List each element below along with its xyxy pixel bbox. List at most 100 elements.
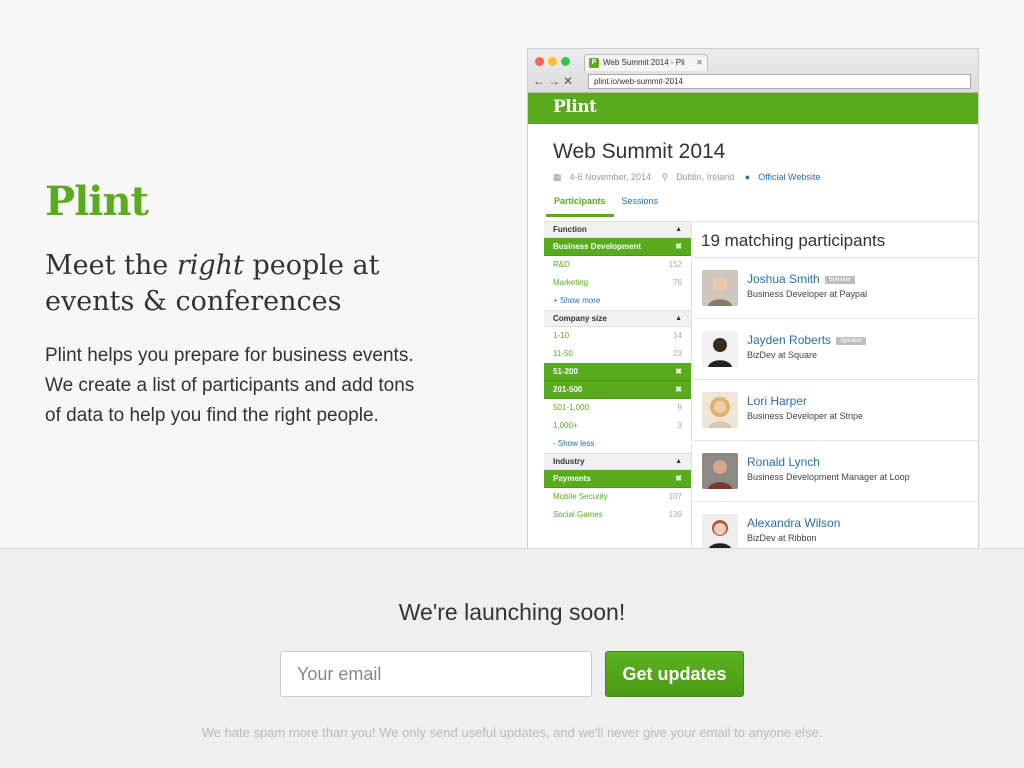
avatar (702, 392, 738, 428)
browser-screenshot: P Web Summit 2014 - Pli ✕ ←→✕ plint.io/w… (527, 48, 979, 548)
filter-label: 201-500 (553, 385, 583, 394)
participant-name-wrap: Joshua Smith Speaker (747, 272, 856, 286)
filter-count: 152 (668, 260, 682, 269)
filter-title: Industry (553, 457, 585, 466)
participant-role: BizDev at Square (747, 350, 818, 360)
signup-section: We're launching soon! Get updates We hat… (0, 548, 1024, 768)
tab-title: Web Summit 2014 - Pli (603, 58, 685, 67)
filter-label: Marketing (553, 278, 589, 287)
filter-item: Marketing 76 (544, 274, 691, 292)
app-logo: Plint (553, 97, 597, 117)
event-date: 4-6 November, 2014 (569, 172, 652, 182)
avatar (702, 453, 738, 489)
filter-item: 1,000+ 3 (544, 417, 691, 435)
participant-role: Business Development Manager at Loop (747, 472, 910, 482)
filter-header-industry: Industry ▲ (544, 453, 691, 470)
hero-section: Plint Meet the right people at events & … (0, 0, 1024, 548)
participant-name: Joshua Smith (747, 272, 820, 286)
filter-item: Social Games 139 (544, 506, 691, 524)
filter-label: Business Development (553, 242, 642, 251)
tab-sessions: Sessions (621, 196, 659, 206)
filter-label: Mobile Security (553, 492, 608, 501)
avatar (702, 514, 738, 548)
filter-item: 501-1,000 9 (544, 399, 691, 417)
filter-count: 139 (668, 510, 682, 519)
participant-role: BizDev at Ribbon (747, 533, 817, 543)
collapse-arrow-icon: ▲ (675, 226, 682, 233)
participants-list: 19 matching participants Joshua Smith Spe… (693, 221, 978, 548)
results-title: 19 matching participants (693, 221, 978, 258)
participant-name: Lori Harper (747, 394, 808, 408)
participant-name: Alexandra Wilson (747, 516, 841, 530)
hero-description: Plint helps you prepare for business eve… (45, 345, 415, 426)
filter-item: 51-200 ✖ (544, 363, 691, 381)
remove-filter-icon: ✖ (675, 385, 682, 394)
filter-item: Payments ✖ (544, 470, 691, 488)
filter-item: Mobile Security 107 (544, 488, 691, 506)
location-pin-icon: ⚲ (661, 172, 669, 182)
avatar (702, 331, 738, 367)
filter-count: 107 (668, 492, 682, 501)
filter-label: Payments (553, 474, 591, 483)
show-less-link: - Show less (553, 439, 595, 448)
filter-label: 11-50 (553, 349, 573, 358)
remove-filter-icon: ✖ (675, 242, 682, 251)
headline-emphasis: right (176, 250, 244, 281)
participant-row: Lori Harper Business Developer at Stripe (693, 380, 978, 441)
participant-name-wrap: Alexandra Wilson (747, 516, 840, 530)
filter-count: 3 (677, 421, 682, 430)
app-header: Plint (528, 93, 978, 124)
filter-label: 501-1,000 (553, 403, 590, 412)
official-website-link: Official Website (758, 172, 821, 182)
url-bar: plint.io/web-summit-2014 (588, 74, 971, 89)
participant-name-wrap: Ronald Lynch (747, 455, 820, 469)
back-arrow-icon: ← (533, 74, 548, 88)
participant-name-wrap: Lori Harper (747, 394, 807, 408)
calendar-icon: ▦ (553, 172, 562, 182)
email-input[interactable] (280, 651, 592, 697)
filter-header-company-size: Company size ▲ (544, 310, 691, 327)
filter-label: R&D (553, 260, 570, 269)
participant-row: Alexandra Wilson BizDev at Ribbon (693, 502, 978, 548)
collapse-arrow-icon: ▲ (675, 315, 682, 322)
participant-name-wrap: Jayden Roberts Speaker (747, 333, 867, 347)
event-tabs: Participants Sessions (546, 196, 666, 217)
speaker-badge: Speaker (824, 276, 856, 284)
filter-item: 201-500 ✖ (544, 381, 691, 399)
filter-item: Business Development ✖ (544, 238, 691, 256)
event-meta: ▦ 4-6 November, 2014 ⚲ Dublin, Ireland ● Of… (553, 172, 828, 183)
globe-icon: ● (744, 172, 751, 182)
browser-chrome: P Web Summit 2014 - Pli ✕ ←→✕ plint.io/w… (528, 49, 978, 93)
filter-count: 23 (673, 349, 682, 358)
participant-name: Jayden Roberts (747, 333, 832, 347)
close-dot-icon (535, 57, 544, 66)
tab-participants: Participants (546, 196, 614, 217)
filter-count: 9 (677, 403, 682, 412)
filter-title: Function (553, 225, 587, 234)
participant-row: Jayden Roberts Speaker BizDev at Square (693, 319, 978, 380)
filter-item: R&D 152 (544, 256, 691, 274)
filter-sidebar: Function ▲ Business Development ✖ R&D 152 M… (544, 221, 692, 548)
filter-count: 14 (673, 331, 682, 340)
minimize-dot-icon (548, 57, 557, 66)
collapse-arrow-icon: ▲ (675, 458, 682, 465)
speaker-badge: Speaker (836, 337, 867, 345)
filter-count: 76 (673, 278, 682, 287)
filter-item: 1-10 14 (544, 327, 691, 345)
get-updates-button[interactable]: Get updates (605, 651, 744, 697)
filter-item: 11-50 23 (544, 345, 691, 363)
filter-title: Company size (553, 314, 607, 323)
hero-headline: Meet the right people at events & confer… (45, 248, 465, 320)
forward-arrow-icon: → (548, 74, 563, 88)
filter-label: 1,000+ (553, 421, 578, 430)
spam-note: We hate spam more than you! We only send… (201, 725, 823, 740)
filter-label: 51-200 (553, 367, 578, 376)
plint-favicon-icon: P (589, 58, 599, 68)
show-more-link: + Show more (553, 296, 601, 305)
participant-role: Business Developer at Paypal (747, 289, 868, 299)
nav-buttons: ←→✕ (533, 74, 576, 88)
event-location: Dublin, Ireland (676, 172, 735, 182)
participant-row: Ronald Lynch Business Development Manage… (693, 441, 978, 502)
stop-icon: ✕ (563, 74, 577, 88)
participant-name: Ronald Lynch (747, 455, 820, 469)
